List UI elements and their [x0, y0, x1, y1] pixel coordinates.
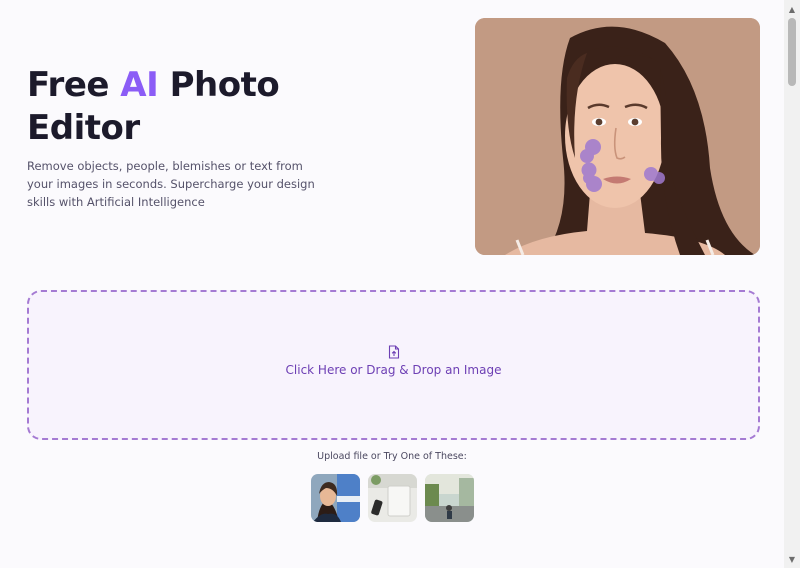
title-accent: AI [120, 65, 159, 105]
woman-portrait-image [475, 18, 760, 255]
dropzone-label: Click Here or Drag & Drop an Image [285, 363, 502, 377]
scroll-up-arrow-icon[interactable]: ▲ [784, 2, 800, 16]
samples-label: Upload file or Try One of These: [317, 451, 467, 462]
title-part-1: Free [27, 65, 121, 105]
hero-image [475, 18, 760, 255]
sample-images [311, 474, 474, 522]
hero-description: Remove objects, people, blemishes or tex… [27, 159, 315, 209]
sample-portrait[interactable] [311, 474, 360, 522]
sample-phone-desk-image [368, 474, 417, 522]
sample-phone-desk[interactable] [368, 474, 417, 522]
scroll-down-arrow-icon[interactable]: ▼ [784, 552, 800, 566]
vertical-scrollbar[interactable]: ▲ ▼ [784, 0, 800, 568]
page-title: Free AI Photo Editor [27, 64, 347, 150]
sample-street-scene-image [425, 474, 474, 522]
scroll-thumb[interactable] [788, 18, 796, 86]
file-upload-icon [388, 345, 399, 359]
sample-street-scene[interactable] [425, 474, 474, 522]
sample-portrait-image [311, 474, 360, 522]
upload-dropzone[interactable]: Click Here or Drag & Drop an Image [27, 290, 760, 440]
page: Free AI Photo Editor Remove objects, peo… [0, 0, 784, 568]
